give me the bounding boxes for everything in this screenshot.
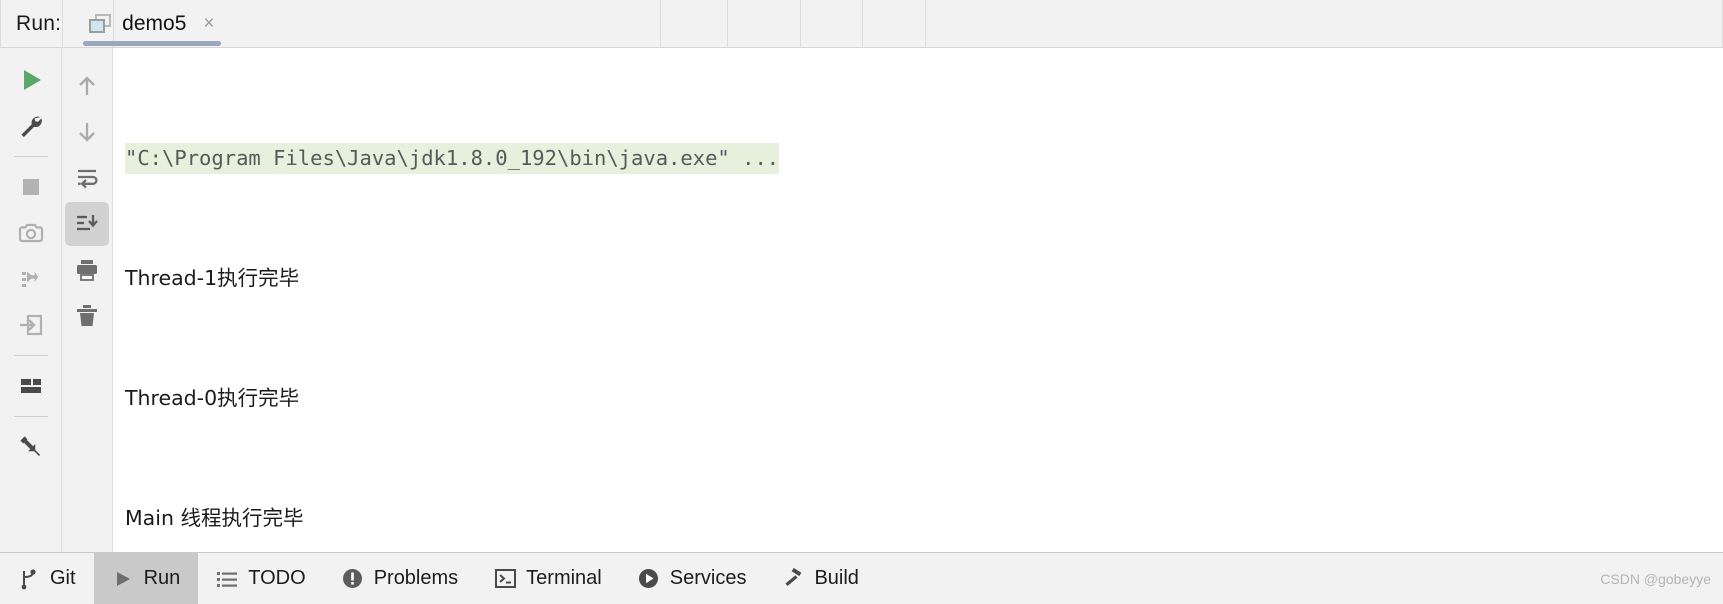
hammer-icon: [782, 568, 804, 590]
soft-wrap-button[interactable]: [65, 156, 109, 200]
pin-button[interactable]: [9, 425, 53, 469]
watermark: CSDN @gobeyye: [1600, 570, 1711, 587]
error-icon: [342, 568, 364, 590]
stop-icon: [18, 174, 44, 200]
console-line: "C:\Program Files\Java\jdk1.8.0_192\bin\…: [125, 138, 1723, 178]
status-bar-item-run[interactable]: Run: [93, 553, 199, 604]
debug-button[interactable]: [9, 257, 53, 301]
toolbar-separator: [13, 156, 48, 157]
scroll-to-end-button[interactable]: [65, 202, 109, 246]
layout-button[interactable]: [9, 364, 53, 408]
previous-occurrence-button[interactable]: [65, 64, 109, 108]
run-configuration-tab[interactable]: demo5 ×: [75, 0, 228, 48]
wrench-icon: [18, 113, 44, 139]
dump-threads-button[interactable]: [9, 211, 53, 255]
close-icon[interactable]: ×: [203, 14, 214, 33]
next-occurrence-button[interactable]: [65, 110, 109, 154]
status-bar-item-todo[interactable]: TODO: [198, 553, 323, 604]
toolbar-separator: [13, 355, 48, 356]
stop-button[interactable]: [9, 165, 53, 209]
services-icon: [638, 568, 660, 590]
console-actions-toolbar: [62, 48, 113, 552]
status-bar-item-git[interactable]: Git: [0, 553, 94, 604]
console-line: Thread-1执行完毕: [125, 266, 300, 290]
run-configuration-icon: [89, 14, 112, 33]
print-button[interactable]: [65, 248, 109, 292]
soft-wrap-icon: [74, 165, 100, 191]
console-line: Thread-0执行完毕: [125, 386, 300, 410]
status-bar-label: Build: [814, 567, 859, 589]
arrow-down-icon: [75, 120, 99, 144]
status-bar: Git Run TODO Problems Terminal Services …: [0, 552, 1723, 604]
status-bar-label: TODO: [248, 567, 306, 589]
status-bar-label: Git: [50, 567, 76, 589]
console-text: "C:\Program Files\Java\jdk1.8.0_192\bin\…: [113, 58, 1723, 552]
rerun-button[interactable]: [9, 58, 53, 102]
list-icon: [216, 568, 238, 590]
camera-icon: [18, 220, 44, 246]
status-bar-item-terminal[interactable]: Terminal: [476, 553, 620, 604]
header-separators: [0, 0, 1723, 48]
export-arrow-icon: [18, 312, 44, 338]
run-label: Run:: [16, 11, 62, 35]
toolbar-separator: [13, 416, 48, 417]
status-bar-item-problems[interactable]: Problems: [324, 553, 476, 604]
status-bar-item-build[interactable]: Build: [764, 553, 876, 604]
status-bar-label: Problems: [373, 567, 459, 589]
arrow-up-icon: [75, 74, 99, 98]
status-bar-label: Terminal: [526, 567, 602, 589]
play-icon: [112, 568, 134, 590]
console-command-line: "C:\Program Files\Java\jdk1.8.0_192\bin\…: [125, 143, 780, 174]
console-output[interactable]: "C:\Program Files\Java\jdk1.8.0_192\bin\…: [113, 48, 1723, 552]
run-actions-toolbar: [0, 48, 62, 552]
trash-icon: [74, 303, 100, 329]
bug-icon: [18, 266, 44, 292]
run-configuration-name: demo5: [122, 11, 187, 35]
status-bar-label: Services: [669, 567, 747, 589]
pin-icon: [18, 434, 44, 460]
export-button[interactable]: [9, 303, 53, 347]
modify-options-button[interactable]: [9, 104, 53, 148]
printer-icon: [74, 257, 100, 283]
clear-all-button[interactable]: [65, 294, 109, 338]
status-bar-label: Run: [143, 567, 181, 589]
run-tool-window-header: Run: demo5 ×: [0, 0, 1723, 48]
scroll-to-end-icon: [74, 211, 100, 237]
run-tool-window: Run: demo5 × "C:\Program Files\Java\jdk1…: [0, 0, 1723, 604]
console-line: Main 线程执行完毕: [125, 506, 304, 530]
terminal-icon: [494, 568, 516, 590]
play-icon: [18, 67, 44, 93]
layout-icon: [18, 373, 44, 399]
run-tool-window-body: "C:\Program Files\Java\jdk1.8.0_192\bin\…: [0, 48, 1723, 552]
status-bar-item-services[interactable]: Services: [620, 553, 765, 604]
git-branch-icon: [18, 568, 40, 590]
